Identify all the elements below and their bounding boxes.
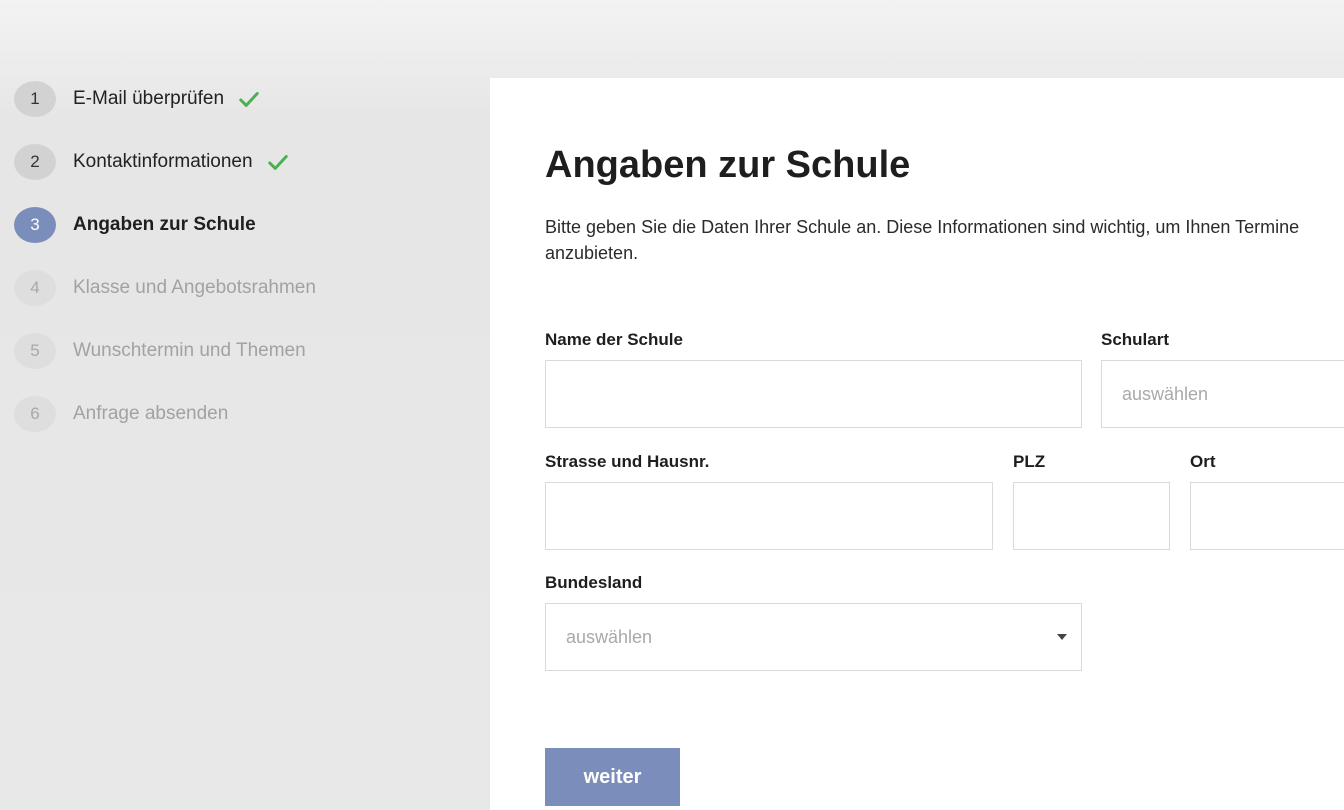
main-panel: Angaben zur Schule Bitte geben Sie die D… — [490, 78, 1344, 810]
zip-label: PLZ — [1013, 452, 1046, 471]
step-label: Wunschtermin und Themen — [73, 340, 306, 361]
step-contact-info[interactable]: 2 Kontaktinformationen — [14, 144, 316, 180]
step-number-badge: 3 — [14, 207, 56, 243]
step-number-badge: 4 — [14, 270, 56, 306]
step-label: Kontaktinformationen — [73, 151, 253, 172]
school-type-select[interactable]: auswählen — [1101, 360, 1344, 428]
street-input[interactable] — [545, 482, 993, 550]
checkmark-icon — [239, 92, 259, 107]
step-label: E-Mail überprüfen — [73, 88, 225, 109]
next-button[interactable]: weiter — [545, 748, 680, 806]
checkmark-icon — [267, 155, 288, 170]
step-number-badge: 2 — [14, 144, 56, 180]
page-title: Angaben zur Schule — [545, 144, 911, 186]
city-label: Ort — [1190, 452, 1216, 471]
city-input[interactable] — [1190, 482, 1344, 550]
school-type-label: Schulart — [1101, 330, 1170, 349]
step-number-badge: 6 — [14, 396, 56, 432]
page: 1 E-Mail überprüfen 2 Kontaktinformation… — [0, 0, 1344, 810]
step-email-check[interactable]: 1 E-Mail überprüfen — [14, 81, 316, 117]
step-class-offer: 4 Klasse und Angebotsrahmen — [14, 270, 316, 306]
state-select[interactable]: auswählen — [545, 603, 1082, 671]
step-label: Angaben zur Schule — [73, 214, 256, 235]
step-number-badge: 5 — [14, 333, 56, 369]
school-name-label: Name der Schule — [545, 330, 683, 349]
step-school-details[interactable]: 3 Angaben zur Schule — [14, 207, 316, 243]
school-type-placeholder: auswählen — [1122, 383, 1209, 404]
caret-down-icon — [1057, 634, 1067, 640]
step-number-badge: 1 — [14, 81, 56, 117]
street-label: Strasse und Hausnr. — [545, 452, 710, 471]
school-name-input[interactable] — [545, 360, 1082, 428]
intro-text: Bitte geben Sie die Daten Ihrer Schule a… — [545, 217, 1300, 263]
step-appointment-topics: 5 Wunschtermin und Themen — [14, 333, 316, 369]
step-label: Anfrage absenden — [73, 403, 229, 424]
state-placeholder: auswählen — [566, 626, 653, 647]
step-send-request: 6 Anfrage absenden — [14, 396, 316, 432]
zip-input[interactable] — [1013, 482, 1170, 550]
step-label: Klasse und Angebotsrahmen — [73, 277, 316, 298]
state-label: Bundesland — [545, 573, 643, 592]
step-navigation: 1 E-Mail überprüfen 2 Kontaktinformation… — [14, 81, 316, 460]
